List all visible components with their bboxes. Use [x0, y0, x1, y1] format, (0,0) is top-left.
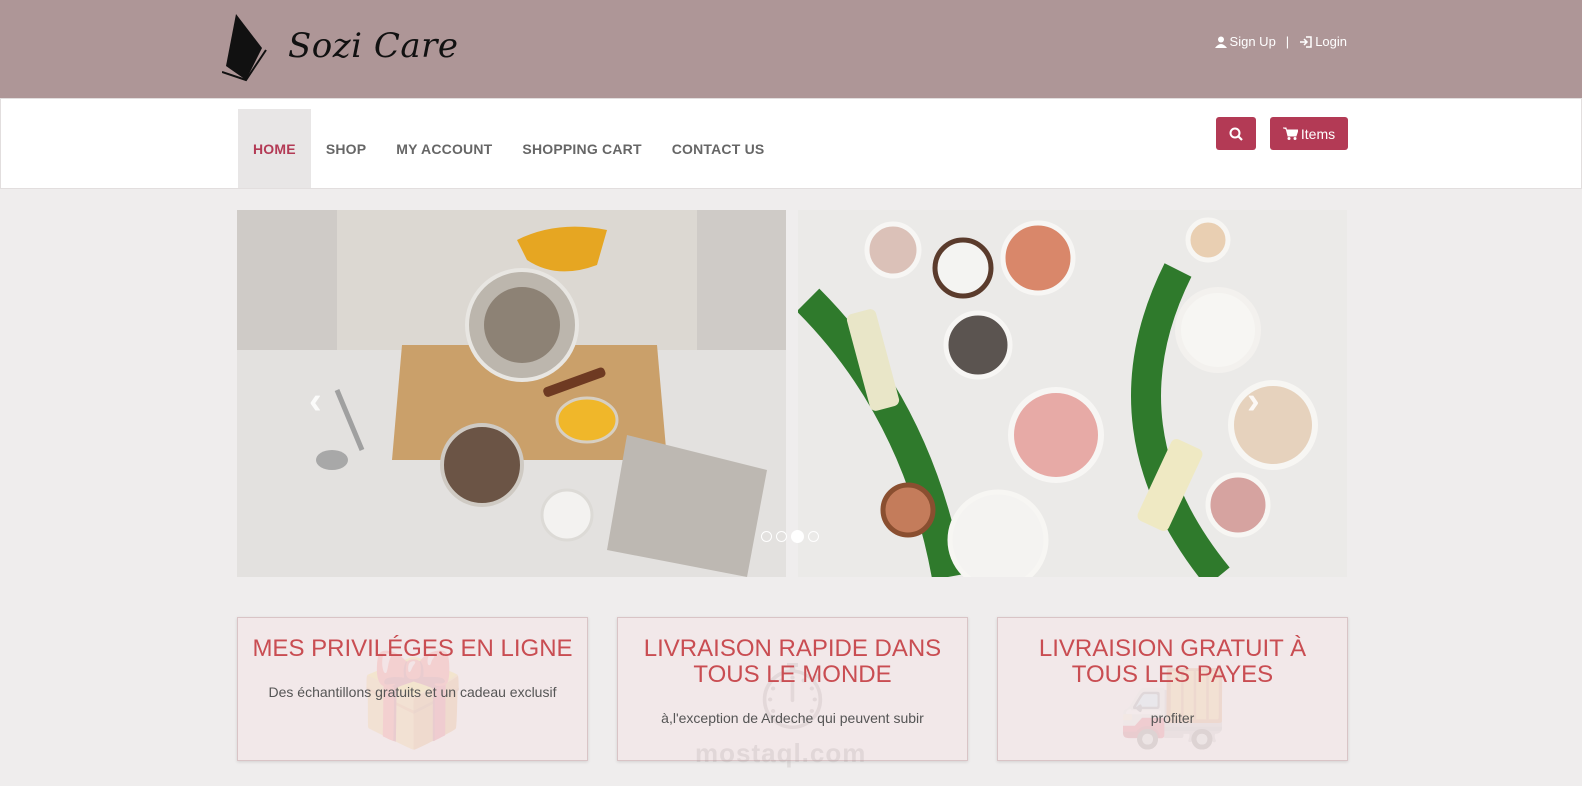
signup-link[interactable]: Sign Up [1214, 34, 1276, 49]
login-link[interactable]: Login [1299, 34, 1347, 49]
feature-text: profiter [1150, 710, 1195, 726]
nav-item-shopping-cart[interactable]: SHOPPING CART [507, 109, 656, 188]
login-label: Login [1315, 34, 1347, 49]
cart-icon [1282, 127, 1298, 140]
nav-item-home[interactable]: HOME [238, 109, 311, 188]
user-icon [1214, 36, 1227, 48]
skincare-ingredients-image [798, 210, 1347, 577]
feature-title: LIVRAISON RAPIDE DANS TOUS LE MONDE [643, 635, 942, 688]
carousel-prev-arrow[interactable]: ‹ [309, 380, 322, 423]
cart-label: Items [1300, 125, 1336, 142]
feature-title: MES PRIVILÉGES EN LIGNE [252, 635, 573, 662]
watermark: mostaql.com [695, 738, 867, 768]
gift-icon: 🎁 [356, 651, 469, 751]
search-button[interactable] [1216, 117, 1256, 150]
auth-links: Sign Up | Login [1214, 34, 1347, 49]
cart-button[interactable]: Items [1270, 117, 1348, 150]
carousel-indicator-active[interactable] [791, 530, 804, 543]
search-icon [1229, 127, 1243, 141]
carousel-image-right [798, 210, 1347, 577]
carousel-next-arrow[interactable]: › [1247, 380, 1260, 423]
nav-item-my-account[interactable]: MY ACCOUNT [381, 109, 507, 188]
carousel-indicator[interactable] [776, 531, 787, 542]
auth-separator: | [1285, 34, 1290, 49]
signup-label: Sign Up [1229, 34, 1276, 49]
login-icon [1300, 35, 1312, 48]
image-carousel: ‹ › [237, 210, 1347, 577]
logo-icon [222, 14, 267, 82]
carousel-indicators [761, 530, 819, 543]
carousel-indicator[interactable] [808, 531, 819, 542]
feature-title: LIVRAISION GRATUIT À TOUS LES PAYES [1038, 635, 1307, 688]
feature-text: à,l'exception de Ardeche qui peuvent sub… [661, 710, 924, 726]
feature-card-free-delivery: 🚚 LIVRAISION GRATUIT À TOUS LES PAYES pr… [997, 617, 1348, 761]
nav-item-shop[interactable]: SHOP [311, 109, 381, 188]
nav-menu: HOME SHOP MY ACCOUNT SHOPPING CART CONTA… [238, 109, 779, 188]
top-header: Sozi Care Sign Up | Login [0, 0, 1582, 98]
feature-card-privileges: 🎁 MES PRIVILÉGES EN LIGNE Des échantillo… [237, 617, 588, 761]
brand-name: Sozi Care [288, 26, 459, 66]
carousel-indicator[interactable] [761, 531, 772, 542]
feature-text: Des échantillons gratuits et un cadeau e… [268, 684, 557, 700]
main-navbar: HOME SHOP MY ACCOUNT SHOPPING CART CONTA… [0, 98, 1582, 189]
nav-item-contact-us[interactable]: CONTACT US [657, 109, 780, 188]
